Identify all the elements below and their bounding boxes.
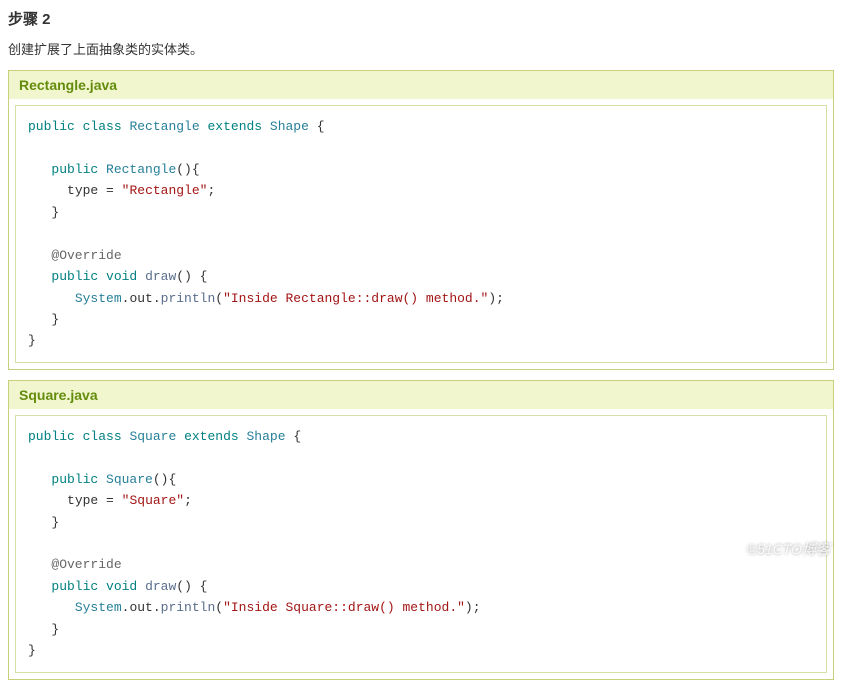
identifier-type: type [67, 183, 98, 198]
string-literal: "Rectangle" [122, 183, 208, 198]
keyword-class: class [83, 429, 122, 444]
step-heading: 步骤 2 [8, 8, 834, 29]
identifier-out: out [129, 291, 152, 306]
code-block-square: public class Square extends Shape { publ… [15, 415, 827, 673]
code-block-rectangle: public class Rectangle extends Shape { p… [15, 105, 827, 363]
class-shape: Shape [247, 429, 286, 444]
keyword-public: public [51, 579, 98, 594]
identifier-out: out [129, 600, 152, 615]
class-name: Rectangle [129, 119, 199, 134]
keyword-class: class [83, 119, 122, 134]
code-container-square: Square.java public class Square extends … [8, 380, 834, 680]
keyword-public: public [51, 269, 98, 284]
class-shape: Shape [270, 119, 309, 134]
keyword-void: void [106, 579, 137, 594]
method-println: println [161, 291, 216, 306]
string-literal: "Inside Square::draw() method." [223, 600, 465, 615]
keyword-extends: extends [184, 429, 239, 444]
method-draw: draw [145, 269, 176, 284]
identifier-system: System [75, 291, 122, 306]
method-println: println [161, 600, 216, 615]
class-name: Square [129, 429, 176, 444]
keyword-void: void [106, 269, 137, 284]
method-draw: draw [145, 579, 176, 594]
keyword-public: public [51, 162, 98, 177]
string-literal: "Inside Rectangle::draw() method." [223, 291, 488, 306]
annotation-override: @Override [51, 248, 121, 263]
file-title: Rectangle.java [9, 71, 833, 99]
step-description: 创建扩展了上面抽象类的实体类。 [8, 39, 834, 58]
constructor-name: Rectangle [106, 162, 176, 177]
identifier-system: System [75, 600, 122, 615]
file-title: Square.java [9, 381, 833, 409]
constructor-name: Square [106, 472, 153, 487]
keyword-public: public [51, 472, 98, 487]
identifier-type: type [67, 493, 98, 508]
keyword-extends: extends [207, 119, 262, 134]
code-container-rectangle: Rectangle.java public class Rectangle ex… [8, 70, 834, 370]
keyword-public: public [28, 119, 75, 134]
keyword-public: public [28, 429, 75, 444]
string-literal: "Square" [122, 493, 184, 508]
